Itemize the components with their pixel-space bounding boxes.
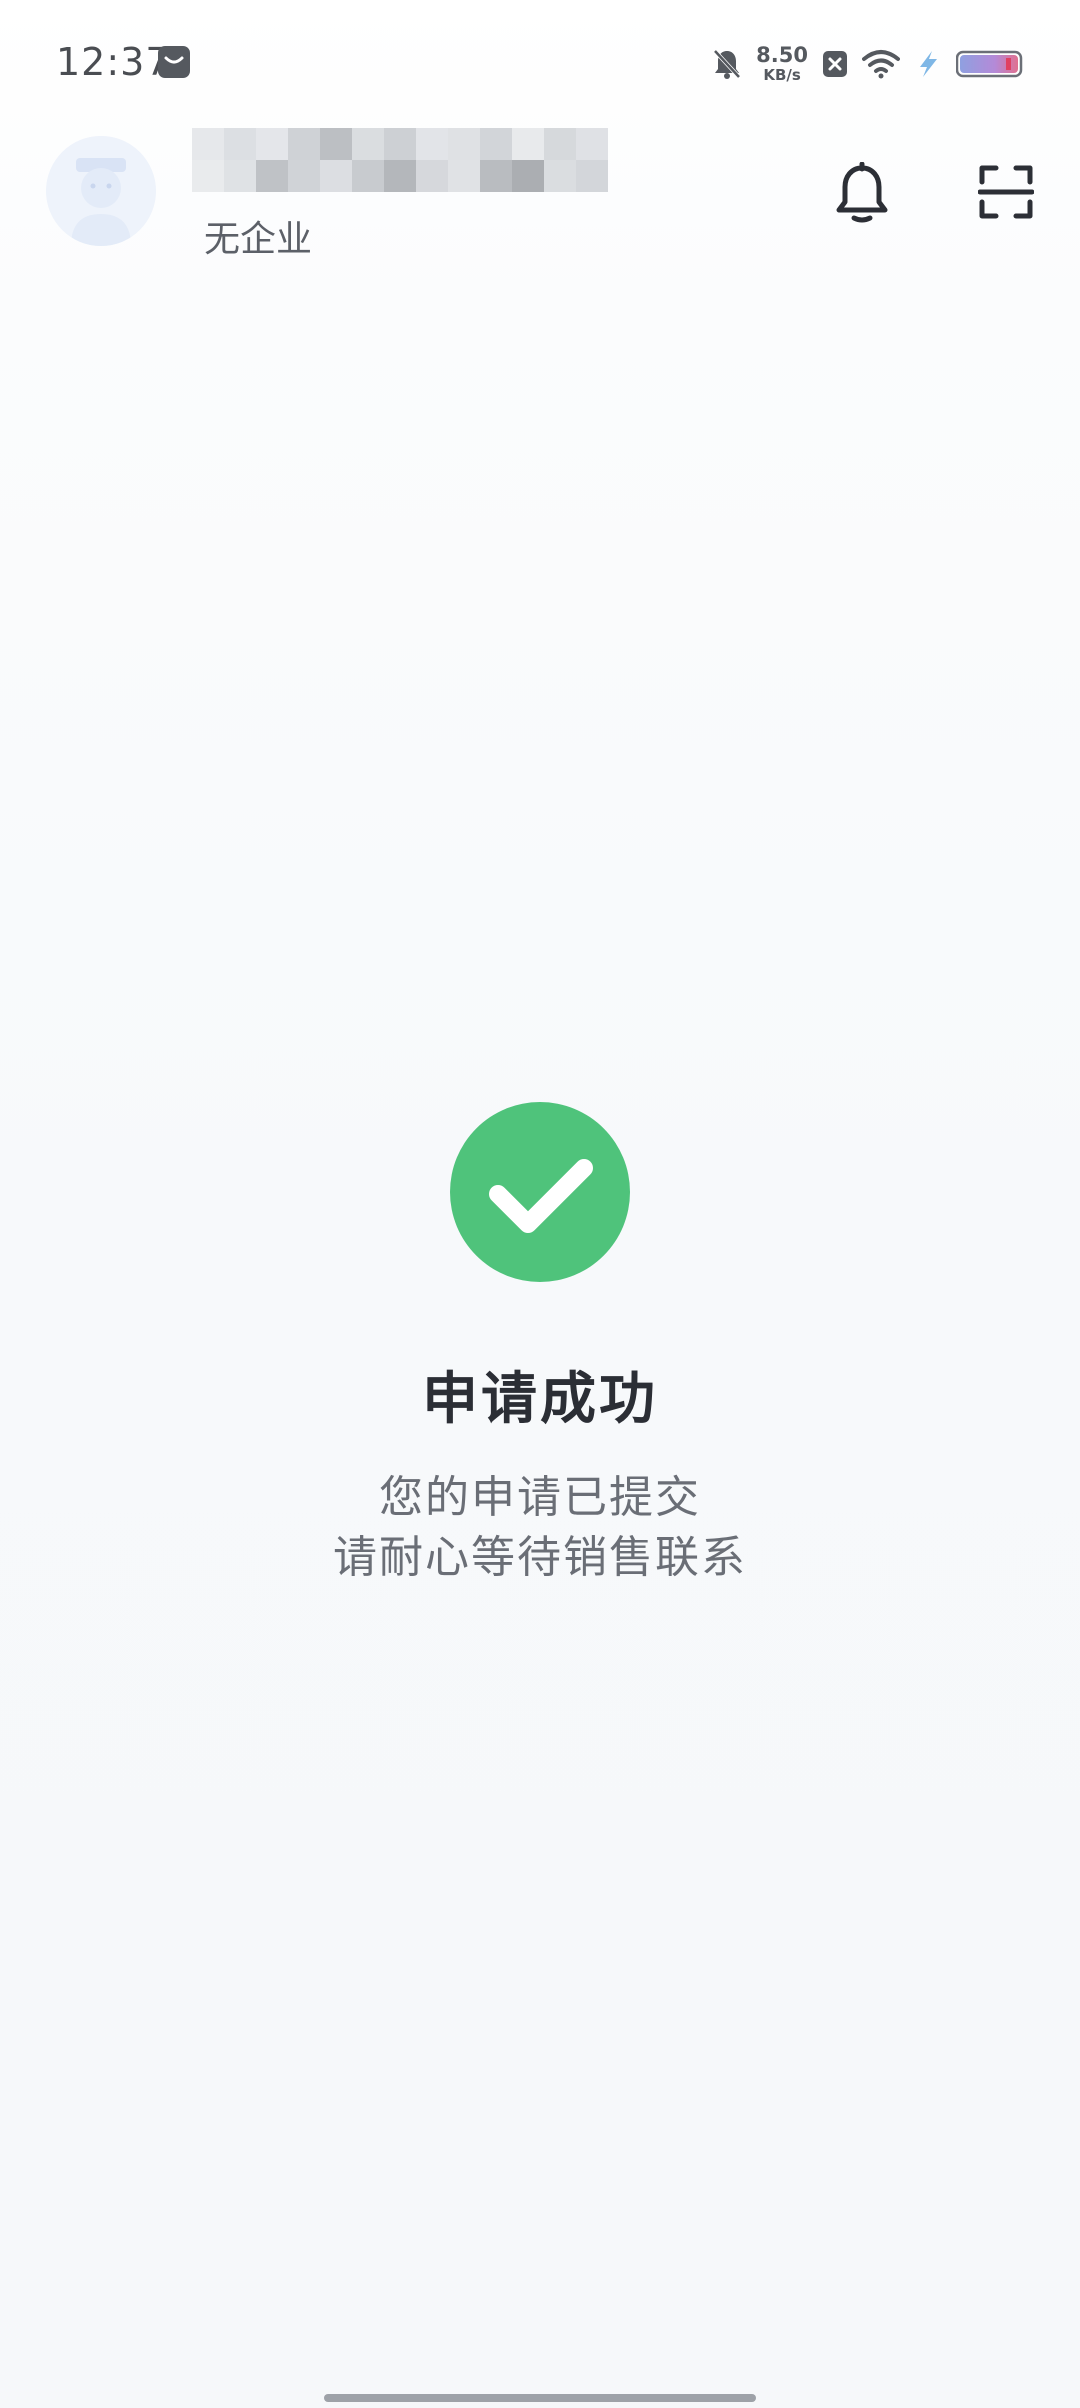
network-speed: 8.50 KB/s [756,45,808,83]
success-description-line-2: 请耐心等待销售联系 [333,1532,747,1583]
status-bar: 12:37 8.50 KB/s [0,0,1080,120]
success-description: 您的申请已提交 请耐心等待销售联系 [0,1468,1080,1588]
status-time: 12:37 [56,40,171,84]
avatar-placeholder-icon[interactable] [46,136,156,246]
scan-icon[interactable] [974,160,1038,224]
battery-icon [956,49,1024,79]
network-speed-unit: KB/s [763,66,801,84]
home-indicator[interactable] [324,2394,756,2402]
app-notification-icon [158,46,190,78]
bell-icon[interactable] [830,158,894,230]
profile-header: 无企业 [0,120,1080,310]
check-circle-icon [450,1102,630,1282]
close-box-icon [822,49,848,79]
user-name-redacted [192,128,608,192]
bell-muted-icon [712,47,742,81]
status-icons: 8.50 KB/s [712,40,1024,88]
charging-icon [914,49,942,79]
wifi-icon [862,49,900,79]
success-description-line-1: 您的申请已提交 [379,1472,701,1523]
success-title: 申请成功 [422,1367,658,1432]
network-speed-value: 8.50 [756,43,808,67]
company-label: 无企业 [204,219,313,260]
